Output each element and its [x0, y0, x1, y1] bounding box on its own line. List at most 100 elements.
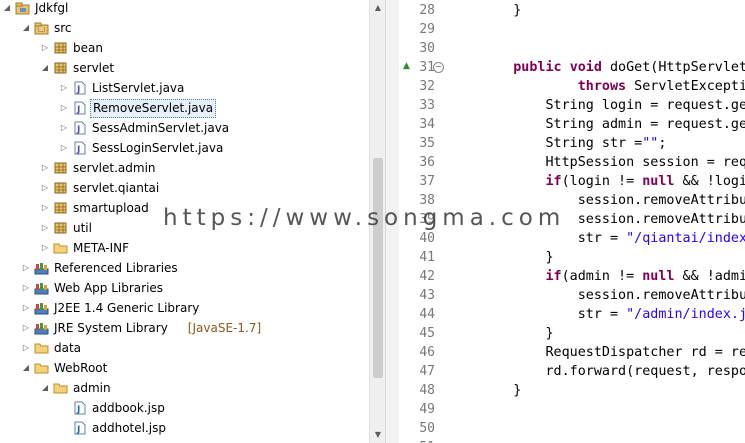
code-line[interactable]: if(admin != null && !admin.equals("")){: [481, 267, 745, 286]
expanded-arrow-icon[interactable]: ◢: [2, 0, 12, 18]
scrollbar-thumb[interactable]: [373, 158, 383, 378]
code-token: }: [481, 3, 522, 18]
tree-item-removeservlet-java[interactable]: ▷ J RemoveServlet.java: [59, 98, 365, 118]
collapsed-arrow-icon[interactable]: ▷: [21, 318, 31, 338]
code-line[interactable]: session.removeAttribute("login");: [481, 191, 745, 210]
tree-item-web-app-libraries[interactable]: ▷ Web App Libraries: [21, 278, 365, 298]
code-line[interactable]: String login = request.getParameter("log…: [481, 96, 745, 115]
java-file-icon: J: [72, 81, 87, 95]
tree-item-servlet-qiantai[interactable]: ▷ servlet.qiantai: [40, 178, 365, 198]
tree-item-servlet[interactable]: ◢ servlet: [40, 58, 365, 78]
collapsed-arrow-icon[interactable]: ▷: [59, 78, 69, 98]
code-line[interactable]: str = "/qiantai/index.jsp";: [481, 229, 745, 248]
tree-item-j2ee-1-4-generic-library[interactable]: ▷ J2EE 1.4 Generic Library: [21, 298, 365, 318]
java-file-icon: J: [72, 141, 87, 155]
svg-text:J: J: [76, 125, 80, 135]
code-token: session.removeAttribute("admin");: [577, 288, 745, 303]
line-number: 34: [419, 117, 435, 132]
code-line[interactable]: throws ServletException, IOException {: [481, 77, 745, 96]
code-line[interactable]: String str ="";: [481, 134, 666, 153]
collapsed-arrow-icon[interactable]: ▷: [40, 238, 50, 258]
tree-item-sessadminservlet-java[interactable]: ▷ J SessAdminServlet.java: [59, 118, 365, 138]
package-icon: [53, 221, 68, 235]
line-number: 42: [419, 269, 435, 284]
tree-item-jre-system-library[interactable]: ▷ JRE System Library [JavaSE-1.7]: [21, 318, 365, 338]
source-folder-icon: [34, 21, 49, 35]
scroll-down-arrow-icon[interactable]: ▼: [370, 427, 385, 443]
tree-item-label: smartupload: [73, 201, 149, 215]
collapsed-arrow-icon[interactable]: ▷: [40, 198, 50, 218]
collapsed-arrow-icon[interactable]: ▷: [21, 338, 31, 358]
code-token: rd.forward(request, response);: [545, 364, 745, 379]
tree-item-util[interactable]: ▷ util: [40, 218, 365, 238]
tree-item-sessloginservlet-java[interactable]: ▷ J SessLoginServlet.java: [59, 138, 365, 158]
collapsed-arrow-icon[interactable]: ▷: [40, 38, 50, 58]
jre-version-label: [JavaSE-1.7]: [187, 321, 262, 335]
code-editor[interactable]: 28 29 30 31 ▲ −32 33 34 35 36 37 38 39 40 41 42 43 44 45 46…: [399, 0, 745, 443]
code-line[interactable]: }: [481, 1, 521, 20]
tree-item-servlet-admin[interactable]: ▷ servlet.admin: [40, 158, 365, 178]
line-number: 46: [419, 345, 435, 360]
code-line[interactable]: String admin = request.getParameter("adm…: [481, 115, 745, 134]
code-line[interactable]: RequestDispatcher rd = request.getReques…: [481, 343, 745, 362]
folder-icon: [53, 381, 68, 395]
tree-item-meta-inf[interactable]: ▷ META-INF: [40, 238, 365, 258]
collapsed-arrow-icon[interactable]: ▷: [40, 218, 50, 238]
collapsed-arrow-icon[interactable]: ▷: [21, 278, 31, 298]
tree-item-src[interactable]: ◢ src: [21, 18, 365, 38]
code-line[interactable]: str = "/admin/index.jsp";: [481, 305, 745, 324]
code-line[interactable]: rd.forward(request, response);: [481, 362, 745, 381]
code-line[interactable]: if(login != null && !login.equals("")){: [481, 172, 745, 191]
collapsed-arrow-icon[interactable]: ▷: [59, 138, 69, 158]
tree-item-bean[interactable]: ▷ bean: [40, 38, 365, 58]
pane-splitter[interactable]: [385, 0, 400, 443]
code-token: && !admin.equals("")){: [682, 269, 745, 284]
tree-item-data[interactable]: ▷ data: [21, 338, 365, 358]
tree-item-label: admin: [73, 381, 111, 395]
tree-item-referenced-libraries[interactable]: ▷ Referenced Libraries: [21, 258, 365, 278]
code-token: HttpSession session = request.getSession…: [545, 155, 745, 170]
code-token: String str =: [481, 136, 643, 151]
keyword-token: if: [545, 269, 562, 284]
code-line[interactable]: session.removeAttribute("admin");: [481, 286, 745, 305]
tree-item-listservlet-java[interactable]: ▷ J ListServlet.java: [59, 78, 365, 98]
tree-item-label: RemoveServlet.java: [90, 99, 217, 118]
code-line[interactable]: public void doGet(HttpServletRequest req…: [481, 58, 745, 77]
tree-item-smartupload[interactable]: ▷ smartupload: [40, 198, 365, 218]
expanded-arrow-icon[interactable]: ◢: [21, 358, 31, 378]
expanded-arrow-icon[interactable]: ◢: [40, 58, 50, 78]
line-number: 36: [419, 155, 435, 170]
collapsed-arrow-icon[interactable]: ▷: [59, 118, 69, 138]
line-number: 45: [419, 326, 435, 341]
scroll-up-arrow-icon[interactable]: ▲: [370, 0, 385, 16]
tree-item-admin[interactable]: ◢ admin: [40, 378, 365, 398]
tree-item-addbook-jsp[interactable]: Jaddbook.jsp: [59, 398, 365, 418]
code-line[interactable]: }: [481, 381, 521, 400]
folder-icon: [53, 241, 68, 255]
collapsed-arrow-icon[interactable]: ▷: [40, 158, 50, 178]
code-line[interactable]: }: [481, 324, 553, 343]
package-icon: [53, 161, 68, 175]
collapsed-arrow-icon[interactable]: ▷: [21, 298, 31, 318]
library-icon: [34, 281, 49, 295]
tree-item-addhotel-jsp[interactable]: Jaddhotel.jsp: [59, 418, 365, 438]
fold-toggle-icon[interactable]: −: [433, 62, 444, 73]
collapsed-arrow-icon[interactable]: ▷: [21, 258, 31, 278]
tree-item-webroot[interactable]: ◢ WebRoot: [21, 358, 365, 378]
collapsed-arrow-icon[interactable]: ▷: [40, 178, 50, 198]
code-line[interactable]: }: [481, 248, 553, 267]
keyword-token: null: [642, 269, 675, 284]
code-line[interactable]: HttpSession session = request.getSession…: [481, 153, 745, 172]
expanded-arrow-icon[interactable]: ◢: [21, 18, 31, 38]
java-file-icon: J: [72, 121, 87, 135]
library-icon: [34, 301, 49, 315]
tree-item-jdkfgl[interactable]: ◢ Jdkfgl: [2, 0, 365, 18]
explorer-scrollbar[interactable]: ▲ ▼: [369, 0, 385, 443]
expanded-arrow-icon[interactable]: ◢: [40, 378, 50, 398]
override-triangle-icon[interactable]: ▲: [403, 61, 410, 71]
collapsed-arrow-icon[interactable]: ▷: [59, 98, 69, 118]
tree-item-label: WebRoot: [54, 361, 108, 375]
code-line[interactable]: session.removeAttribute("user");: [481, 210, 745, 229]
